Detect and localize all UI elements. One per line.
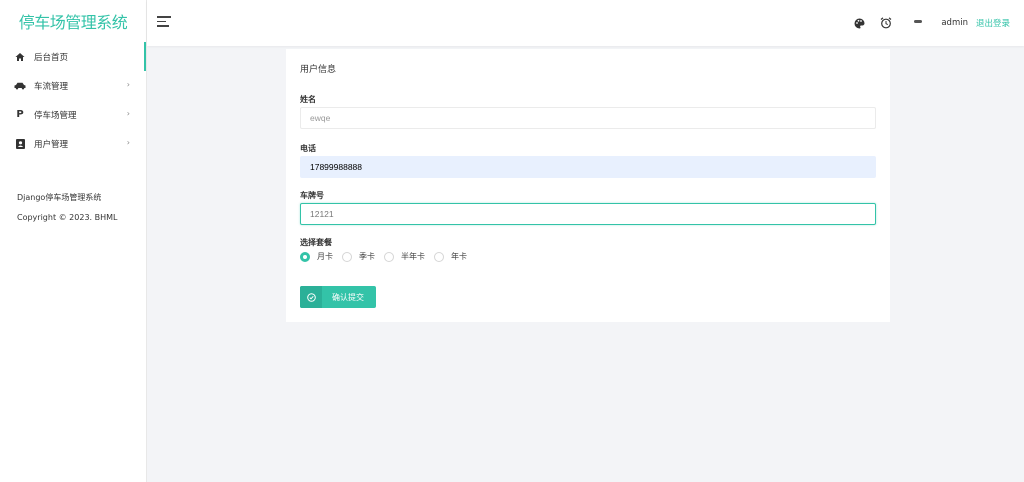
radio-half-year[interactable]: 半年卡 — [384, 251, 425, 262]
sidebar: 停车场管理系统 后台首页 车流管理 › P 停车场管理 › 用户管理 › Dja… — [0, 0, 147, 482]
sidebar-item-traffic[interactable]: 车流管理 › — [0, 71, 146, 100]
submit-button[interactable]: 确认提交 — [300, 286, 376, 308]
radio-unchecked-icon — [342, 251, 352, 262]
sidebar-item-home[interactable]: 后台首页 — [0, 42, 146, 71]
sidebar-item-label: 车流管理 — [34, 81, 69, 92]
avatar-car-image — [914, 20, 923, 23]
user-info-card: 用户信息 姓名 ewqe 电话 17899988888 车牌号 12121 选择… — [286, 49, 890, 322]
radio-label: 月卡 — [317, 252, 333, 261]
sidebar-item-label: 用户管理 — [34, 139, 69, 150]
radio-monthly[interactable]: 月卡 — [300, 251, 333, 262]
sidebar-item-label: 停车场管理 — [34, 110, 77, 121]
package-radio-group: 月卡 季卡 半年卡 年卡 — [300, 251, 476, 262]
radio-quarterly[interactable]: 季卡 — [342, 251, 375, 262]
name-label: 姓名 — [300, 95, 316, 104]
user-card-icon — [14, 138, 26, 150]
phone-label: 电话 — [300, 144, 316, 153]
sidebar-item-label: 后台首页 — [34, 52, 69, 63]
parking-icon: P — [16, 109, 24, 120]
top-header: admin 退出登录 — [147, 0, 1024, 46]
palette-icon[interactable] — [853, 17, 865, 29]
submit-label: 确认提交 — [332, 292, 364, 302]
header-actions: admin 退出登录 — [853, 0, 1010, 46]
plate-number-field[interactable]: 12121 — [300, 203, 876, 225]
plate-label: 车牌号 — [300, 191, 324, 200]
radio-label: 半年卡 — [401, 252, 425, 261]
radio-yearly[interactable]: 年卡 — [434, 251, 467, 262]
logout-link[interactable]: 退出登录 — [976, 17, 1010, 29]
package-label: 选择套餐 — [300, 238, 332, 247]
radio-label: 年卡 — [451, 252, 467, 261]
sidebar-footer: Django停车场管理系统 Copyright © 2023. BHML — [17, 188, 117, 228]
radio-label: 季卡 — [359, 252, 375, 261]
app-logo-title: 停车场管理系统 — [18, 13, 128, 32]
avatar[interactable] — [907, 8, 933, 38]
sidebar-item-parking[interactable]: P 停车场管理 › — [0, 100, 146, 129]
footer-copyright: Copyright © 2023. BHML — [17, 213, 118, 222]
alarm-clock-icon[interactable] — [880, 17, 892, 29]
chevron-right-icon: › — [126, 109, 130, 118]
radio-unchecked-icon — [384, 251, 394, 262]
radio-unchecked-icon — [434, 251, 444, 262]
radio-checked-icon — [300, 251, 310, 262]
name-field[interactable]: ewqe — [300, 107, 876, 129]
phone-field[interactable]: 17899988888 — [300, 156, 876, 178]
card-title: 用户信息 — [300, 65, 337, 75]
check-circle-icon — [300, 286, 322, 308]
chevron-right-icon: › — [126, 138, 130, 147]
menu-toggle-icon[interactable] — [157, 16, 171, 28]
footer-app-name: Django停车场管理系统 — [17, 193, 102, 202]
sidebar-item-users[interactable]: 用户管理 › — [0, 129, 146, 158]
chevron-right-icon: › — [126, 80, 130, 89]
sidebar-nav: 后台首页 车流管理 › P 停车场管理 › 用户管理 › — [0, 42, 146, 158]
username: admin — [941, 18, 968, 28]
home-icon — [14, 51, 26, 63]
car-icon — [14, 80, 26, 92]
